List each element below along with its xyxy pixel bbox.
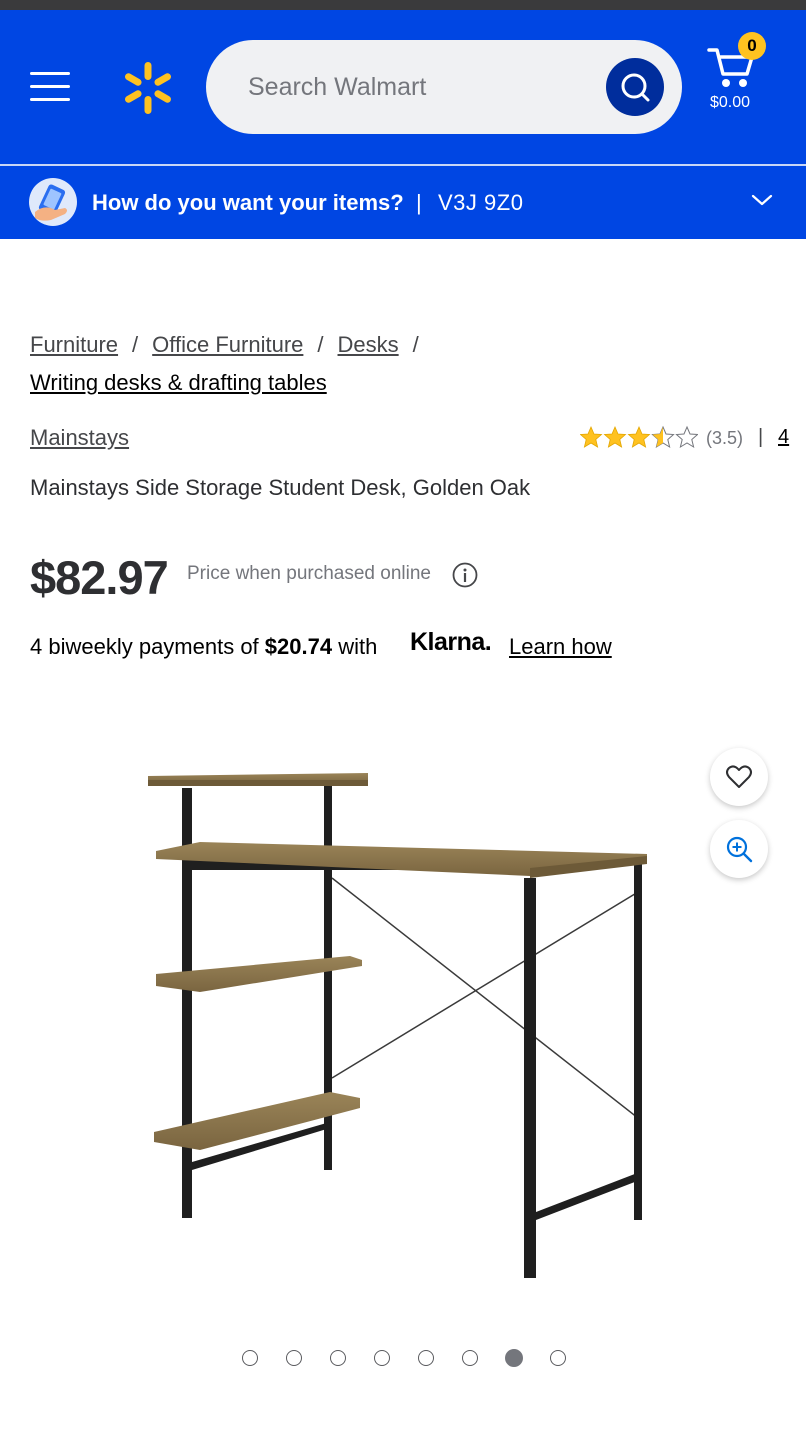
carousel-dot-8[interactable] — [550, 1350, 566, 1366]
top-header: 0 $0.00 — [0, 10, 806, 164]
status-strip — [0, 0, 806, 10]
breadcrumb-link-desks[interactable]: Desks — [338, 332, 399, 357]
chevron-down-icon — [751, 194, 773, 206]
delivery-question: How do you want your items? — [92, 190, 404, 215]
learn-how-link[interactable]: Learn how — [509, 634, 612, 660]
carousel-pagination — [240, 1349, 570, 1368]
search-button[interactable] — [606, 58, 664, 116]
delivery-separator: | — [416, 190, 422, 215]
cart-count-badge: 0 — [738, 32, 766, 60]
product-title: Mainstays Side Storage Student Desk, Gol… — [30, 475, 531, 500]
cart-total: $0.00 — [710, 94, 751, 111]
financing-prefix: 4 biweekly payments of — [30, 634, 265, 659]
breadcrumb-separator: / — [132, 332, 139, 357]
heart-icon — [726, 765, 752, 788]
star-rating-icon — [580, 426, 698, 448]
search-icon — [621, 73, 650, 102]
rating-separator: | — [758, 426, 764, 448]
rating-value: (3.5) — [706, 428, 744, 448]
breadcrumb-current[interactable]: Writing desks & drafting tables — [30, 370, 327, 395]
brand-link[interactable]: Mainstays — [30, 425, 129, 451]
cart-button[interactable]: 0 $0.00 — [702, 32, 770, 122]
menu-button[interactable] — [30, 70, 72, 104]
financing-amount: $20.74 — [264, 634, 333, 659]
breadcrumb: Furniture / Office Furniture / Desks / Writin… — [30, 326, 790, 402]
carousel-dot-2[interactable] — [286, 1350, 302, 1366]
breadcrumb-separator: / — [317, 332, 324, 357]
breadcrumb-separator: / — [412, 332, 419, 357]
search-input[interactable] — [248, 68, 588, 106]
breadcrumb-link-office-furniture[interactable]: Office Furniture — [152, 332, 303, 357]
carousel-dot-3[interactable] — [330, 1350, 346, 1366]
info-icon[interactable] — [452, 562, 478, 588]
product-image-carousel[interactable] — [0, 700, 806, 1320]
delivery-postal-code: V3J 9Z0 — [438, 190, 524, 215]
favorite-button[interactable] — [710, 748, 768, 806]
walmart-spark-icon[interactable] — [120, 60, 176, 116]
carousel-dot-5[interactable] — [418, 1350, 434, 1366]
delivery-hand-icon — [29, 178, 77, 226]
search-bar — [206, 40, 682, 134]
klarna-logo: Klarna. — [410, 628, 492, 656]
breadcrumb-link-furniture[interactable]: Furniture — [30, 332, 118, 357]
financing-text: 4 biweekly payments of $20.74 with — [30, 634, 377, 660]
carousel-dot-4[interactable] — [374, 1350, 390, 1366]
carousel-dot-7[interactable] — [505, 1349, 523, 1367]
delivery-selector[interactable]: How do you want your items? | V3J 9Z0 — [0, 166, 806, 239]
review-count-link[interactable]: 4 — [778, 426, 789, 449]
product-image — [148, 773, 647, 1278]
zoom-button[interactable] — [710, 820, 768, 878]
price-note: Price when purchased online — [187, 563, 431, 584]
zoom-in-icon — [726, 836, 753, 863]
menu-icon — [30, 72, 70, 75]
product-price: $82.97 — [30, 551, 169, 604]
carousel-dot-1[interactable] — [242, 1350, 258, 1366]
carousel-dot-6[interactable] — [462, 1350, 478, 1366]
financing-suffix: with — [332, 634, 378, 659]
